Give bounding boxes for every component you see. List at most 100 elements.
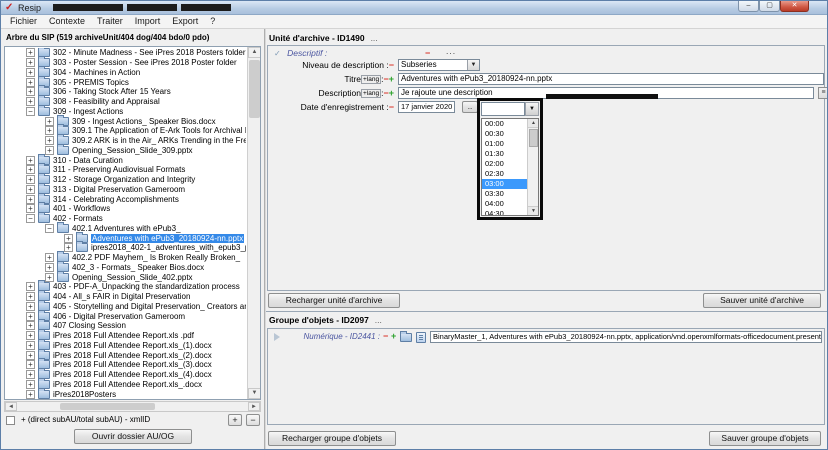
tree-item-label[interactable]: 303 - Poster Session - See iPres 2018 Po… bbox=[53, 58, 237, 67]
menu-item-traiter[interactable]: Traiter bbox=[91, 15, 129, 28]
tree-item-label[interactable]: iPres 2018 Full Attendee Report.xls .pdf bbox=[53, 331, 194, 340]
reload-object-group-button[interactable]: Recharger groupe d'objets bbox=[268, 431, 396, 446]
tree-item-label[interactable]: 310 - Data Curation bbox=[53, 156, 123, 165]
tree-item[interactable]: +iPres2018Posters bbox=[6, 389, 246, 399]
tree-item-label[interactable]: 311 - Preserving Audiovisual Formats bbox=[53, 165, 185, 174]
scroll-up-icon[interactable]: ▲ bbox=[248, 47, 261, 58]
tree-item-label[interactable]: 309.2 ARK is in the Air_ ARKs Trending i… bbox=[72, 136, 246, 145]
collapse-chevron-icon[interactable]: ✓ bbox=[274, 49, 281, 58]
expand-text-icon[interactable]: ≡ bbox=[818, 87, 828, 99]
subau-checkbox[interactable] bbox=[6, 416, 15, 425]
minimize-button[interactable]: – bbox=[738, 1, 759, 12]
tree-item-label[interactable]: 302 - Minute Madness - See iPres 2018 Po… bbox=[53, 48, 246, 57]
add-lang-button[interactable]: +lang bbox=[361, 75, 381, 84]
tree-item-label[interactable]: 402_3 - Formats_ Speaker Bios.docx bbox=[72, 263, 204, 272]
expand-icon[interactable]: + bbox=[26, 165, 35, 174]
tree-item-label[interactable]: 304 - Machines in Action bbox=[53, 68, 140, 77]
scroll-down-icon[interactable]: ▼ bbox=[248, 388, 261, 399]
add-field-button[interactable]: + bbox=[389, 88, 394, 98]
title-input[interactable]: Adventures with ePub3_20180924-nn.pptx bbox=[398, 73, 824, 85]
tree-item[interactable]: −309 - Ingest Actions bbox=[6, 107, 246, 117]
tree-item-label[interactable]: 402.2 PDF Mayhem_ Is Broken Really Broke… bbox=[72, 253, 240, 262]
add-field-button[interactable]: + bbox=[389, 74, 394, 84]
tree-item[interactable]: +309 - Ingest Actions_ Speaker Bios.docx bbox=[6, 116, 246, 126]
tree-item[interactable]: +Adventures with ePub3_20180924-nn.pptx bbox=[6, 233, 246, 243]
time-option[interactable]: 01:00 bbox=[482, 139, 527, 149]
dropdown-scrollbar[interactable]: ▲ ▼ bbox=[527, 119, 538, 215]
tree-item[interactable]: +402_3 - Formats_ Speaker Bios.docx bbox=[6, 263, 246, 273]
description-level-select[interactable]: Subseries▼ bbox=[398, 59, 480, 71]
expand-icon[interactable]: + bbox=[26, 175, 35, 184]
expand-icon[interactable]: + bbox=[26, 97, 35, 106]
font-decrease-button[interactable]: − bbox=[246, 414, 260, 426]
tree-item-label[interactable]: 404 - All_s FAIR in Digital Preservation bbox=[53, 292, 190, 301]
time-option[interactable]: 02:00 bbox=[482, 159, 527, 169]
time-option[interactable]: 01:30 bbox=[482, 149, 527, 159]
tree-item[interactable]: + ipres2018_402-1_adventures_with_epub3_p… bbox=[6, 243, 246, 253]
tree-item[interactable]: −402.1 Adventures with ePub3_ bbox=[6, 224, 246, 234]
remove-object-button[interactable]: − bbox=[383, 331, 388, 341]
tree-item-label[interactable]: ipres2018_402-1_adventures_with_epub3_pe… bbox=[91, 243, 246, 252]
time-input[interactable] bbox=[481, 102, 525, 116]
tree-item-label[interactable]: iPres 2018 Full Attendee Report.xls_.doc… bbox=[53, 380, 202, 389]
time-option[interactable]: 02:30 bbox=[482, 169, 527, 179]
scroll-down-icon[interactable]: ▼ bbox=[528, 206, 539, 215]
chevron-down-icon[interactable]: ▼ bbox=[525, 102, 539, 116]
expand-icon[interactable]: + bbox=[64, 243, 73, 252]
collapse-icon[interactable]: − bbox=[26, 107, 35, 116]
tree-item-label[interactable]: iPres 2018 Full Attendee Report.xls_(4).… bbox=[53, 370, 212, 379]
close-button[interactable]: ✕ bbox=[780, 1, 809, 12]
add-lang-button[interactable]: +lang bbox=[361, 89, 381, 98]
date-input[interactable]: 17 janvier 2020 bbox=[398, 101, 455, 113]
descriptif-more-button[interactable]: ... bbox=[446, 46, 456, 56]
tree-item-label[interactable]: 313 - Digital Preservation Gameroom bbox=[53, 185, 185, 194]
expand-icon[interactable]: + bbox=[26, 380, 35, 389]
save-object-group-button[interactable]: Sauver groupe d'objets bbox=[709, 431, 821, 446]
time-option[interactable]: 04:00 bbox=[482, 199, 527, 209]
scroll-up-icon[interactable]: ▲ bbox=[528, 119, 539, 128]
expand-icon[interactable]: + bbox=[26, 312, 35, 321]
tree-item-label[interactable]: iPres 2018 Full Attendee Report.xls_(2).… bbox=[53, 351, 212, 360]
expand-icon[interactable]: + bbox=[26, 360, 35, 369]
tree-item-label[interactable]: 406 - Digital Preservation Gameroom bbox=[53, 312, 185, 321]
expand-triangle-icon[interactable] bbox=[274, 333, 280, 341]
tree-item[interactable]: −402 - Formats bbox=[6, 214, 246, 224]
expand-icon[interactable]: + bbox=[26, 58, 35, 67]
expand-icon[interactable]: + bbox=[64, 234, 73, 243]
tree-item-label[interactable]: 306 - Taking Stock After 15 Years bbox=[53, 87, 171, 96]
expand-icon[interactable]: + bbox=[26, 292, 35, 301]
remove-field-button[interactable]: − bbox=[389, 102, 394, 112]
tree-item-label[interactable]: 308 - Feasibility and Appraisal bbox=[53, 97, 160, 106]
expand-icon[interactable]: + bbox=[45, 136, 54, 145]
tree-item-label[interactable]: Opening_Session_Slide_309.pptx bbox=[72, 146, 193, 155]
tree-item-label[interactable]: 407 Closing Session bbox=[53, 321, 126, 330]
tree-item-label[interactable]: 402.1 Adventures with ePub3_ bbox=[72, 224, 181, 233]
inspect-file-icon[interactable] bbox=[416, 332, 426, 343]
expand-icon[interactable]: + bbox=[26, 331, 35, 340]
binary-object-summary[interactable]: BinaryMaster_1, Adventures with ePub3_20… bbox=[430, 331, 822, 343]
expand-icon[interactable]: + bbox=[26, 321, 35, 330]
scrollbar-thumb[interactable] bbox=[249, 60, 260, 118]
tree-item-label[interactable]: 309.1 The Application of E-Ark Tools for… bbox=[72, 126, 246, 135]
scroll-left-icon[interactable]: ◄ bbox=[5, 402, 17, 411]
expand-icon[interactable]: + bbox=[45, 126, 54, 135]
add-object-button[interactable]: + bbox=[391, 331, 396, 341]
scroll-right-icon[interactable]: ► bbox=[248, 402, 260, 411]
expand-icon[interactable]: + bbox=[26, 48, 35, 57]
expand-icon[interactable]: + bbox=[26, 156, 35, 165]
expand-icon[interactable]: + bbox=[45, 146, 54, 155]
tree-item-label[interactable]: 312 - Storage Organization and Integrity bbox=[53, 175, 195, 184]
expand-icon[interactable]: + bbox=[26, 68, 35, 77]
expand-icon[interactable]: + bbox=[26, 351, 35, 360]
tree-item-label[interactable]: 405 - Storytelling and Digital Preservat… bbox=[53, 302, 246, 311]
collapse-icon[interactable]: − bbox=[26, 214, 35, 223]
tree-item-label[interactable]: 401 - Workflows bbox=[53, 204, 110, 213]
remove-descriptif-button[interactable]: − bbox=[425, 48, 430, 58]
tree-item-label[interactable]: 403 - PDF-A_Unpacking the standardizatio… bbox=[53, 282, 240, 291]
time-option[interactable]: 00:00 bbox=[482, 119, 527, 129]
menu-item-export[interactable]: Export bbox=[166, 15, 204, 28]
remove-field-button[interactable]: − bbox=[389, 60, 394, 70]
expand-icon[interactable]: + bbox=[26, 370, 35, 379]
tree-item-label[interactable]: iPres 2018 Full Attendee Report.xls_(3).… bbox=[53, 360, 212, 369]
tree-item-label[interactable]: 314 - Celebrating Accomplishments bbox=[53, 195, 179, 204]
